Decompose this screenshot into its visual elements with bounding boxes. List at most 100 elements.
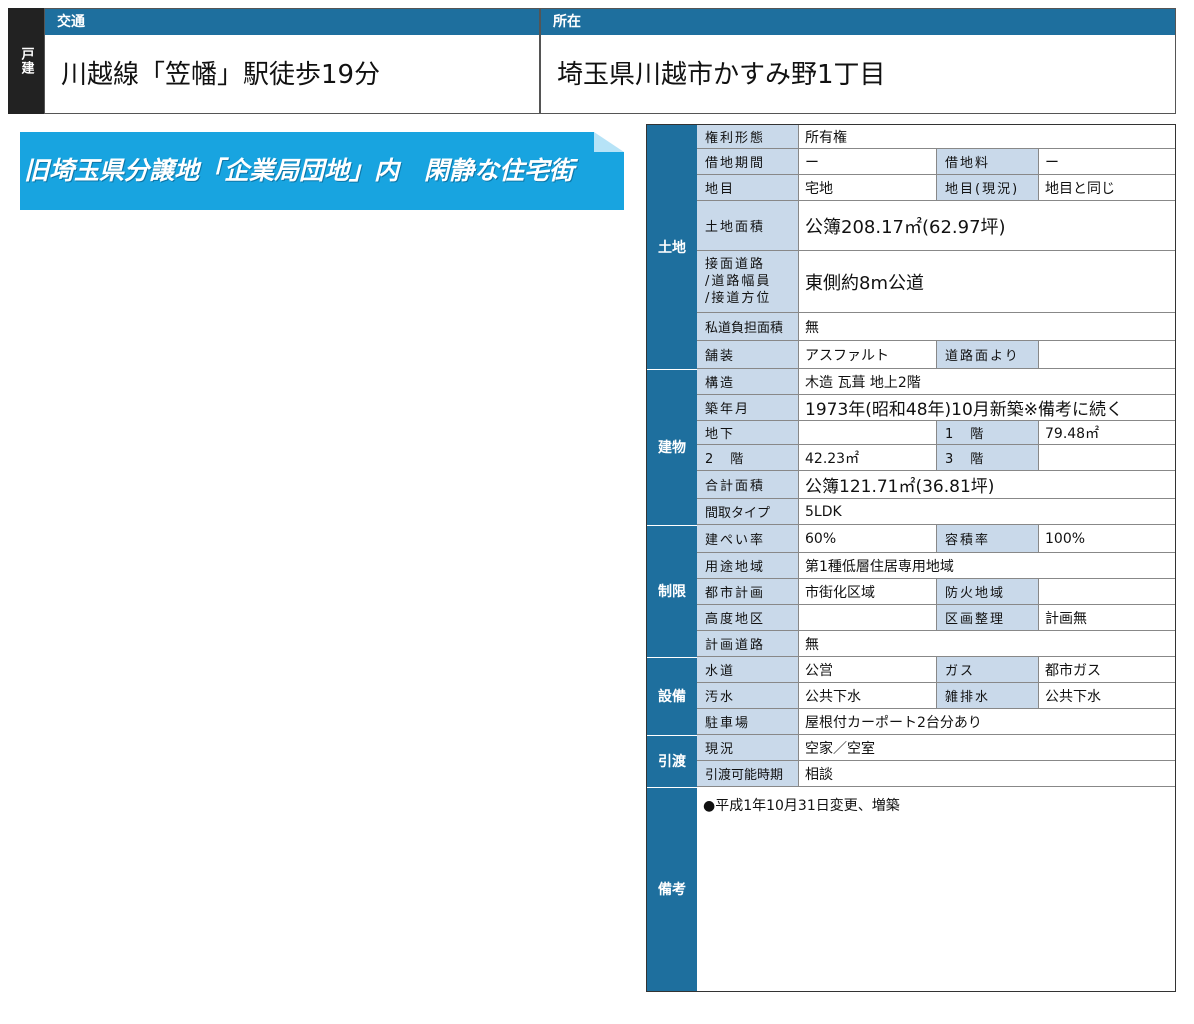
property-header: 戸建 交通 川越線「笠幡」駅徒歩19分 所在 埼玉県川越市かすみ野1丁目	[8, 8, 1176, 114]
floor-area-ratio-key: 容積率	[936, 525, 1038, 552]
table-row: 計画道路 無	[697, 631, 1175, 657]
table-row: 引渡可能時期 相談	[697, 761, 1175, 787]
lease-period-key: 借地期間	[697, 149, 798, 174]
table-row: 借地期間 ー 借地料 ー	[697, 149, 1175, 175]
water-value: 公営	[798, 657, 936, 682]
table-row: 構造 木造 瓦葺 地上2階	[697, 369, 1175, 395]
table-row: 権利形態 所有権	[697, 125, 1175, 149]
floor1-value: 79.48㎡	[1038, 421, 1175, 444]
access-label: 交通	[45, 9, 539, 35]
total-area-key: 合計面積	[697, 471, 798, 498]
section-divider	[647, 369, 697, 370]
catch-banner: 旧埼玉県分譲地「企業局団地」内 閑静な住宅街	[20, 132, 624, 210]
built-date-value: 1973年(昭和48年)10月新築※備考に続く	[798, 395, 1175, 420]
water-key: 水道	[697, 657, 798, 682]
pavement-from-value	[1038, 341, 1175, 368]
access-cell: 交通 川越線「笠幡」駅徒歩19分	[44, 8, 540, 114]
height-district-key: 高度地区	[697, 605, 798, 630]
drainage-key: 雑排水	[936, 683, 1038, 708]
basement-key: 地下	[697, 421, 798, 444]
table-row: 舗装 アスファルト 道路面より	[697, 341, 1175, 369]
planned-road-key: 計画道路	[697, 631, 798, 656]
section-divider	[647, 787, 697, 788]
floor2-value: 42.23㎡	[798, 445, 936, 470]
remarks-text: ●平成1年10月31日変更、増築	[703, 798, 900, 814]
drainage-value: 公共下水	[1038, 683, 1175, 708]
table-row: 建ぺい率 60% 容積率 100%	[697, 525, 1175, 553]
structure-key: 構造	[697, 369, 798, 394]
parking-key: 駐車場	[697, 709, 798, 734]
land-category-current-value: 地目と同じ	[1038, 175, 1175, 200]
section-remarks: 備考	[647, 787, 697, 991]
table-row: 水道 公営 ガス 都市ガス	[697, 657, 1175, 683]
land-area-value: 公簿208.17㎡(62.97坪)	[798, 201, 1175, 250]
table-row: 地下 1 階 79.48㎡	[697, 421, 1175, 445]
coverage-ratio-key: 建ぺい率	[697, 525, 798, 552]
pavement-key: 舗装	[697, 341, 798, 368]
layout-type-key: 間取タイプ	[697, 499, 798, 524]
table-row: 合計面積 公簿121.71㎡(36.81坪)	[697, 471, 1175, 499]
road-value: 東側約8m公道	[798, 251, 1175, 312]
land-readjustment-key: 区画整理	[936, 605, 1038, 630]
location-value: 埼玉県川越市かすみ野1丁目	[557, 60, 886, 90]
land-category-value: 宅地	[798, 175, 936, 200]
rights-key: 権利形態	[697, 125, 798, 148]
planned-road-value: 無	[798, 631, 1175, 656]
table-row: 高度地区 区画整理 計画無	[697, 605, 1175, 631]
table-row: 2 階 42.23㎡ 3 階	[697, 445, 1175, 471]
fire-zone-key: 防火地域	[936, 579, 1038, 604]
built-date-key: 築年月	[697, 395, 798, 420]
table-row: 用途地域 第1種低層住居専用地域	[697, 553, 1175, 579]
city-plan-value: 市街化区域	[798, 579, 936, 604]
section-facility: 設備	[647, 657, 697, 735]
height-district-value	[798, 605, 936, 630]
land-readjustment-value: 計画無	[1038, 605, 1175, 630]
use-zone-value: 第1種低層住居専用地域	[798, 553, 1175, 578]
land-category-current-key: 地目(現況)	[936, 175, 1038, 200]
table-row: 地目 宅地 地目(現況) 地目と同じ	[697, 175, 1175, 201]
table-row: 土地面積 公簿208.17㎡(62.97坪)	[697, 201, 1175, 251]
section-divider	[647, 735, 697, 736]
section-land: 土地	[647, 125, 697, 369]
lease-period-value: ー	[798, 149, 936, 174]
gas-value: 都市ガス	[1038, 657, 1175, 682]
road-key-line3: /接道方位	[705, 291, 772, 306]
private-road-value: 無	[798, 313, 1175, 340]
parking-value: 屋根付カーポート2台分あり	[798, 709, 1175, 734]
layout-type-value: 5LDK	[798, 499, 1175, 524]
fire-zone-value	[1038, 579, 1175, 604]
spec-table: 土地 建物 制限 設備 引渡 備考 権利形態 所有権 借地期間 ー 借地料 ー …	[646, 124, 1176, 992]
land-area-key: 土地面積	[697, 201, 798, 250]
table-row: 私道負担面積 無	[697, 313, 1175, 341]
table-row: 駐車場 屋根付カーポート2台分あり	[697, 709, 1175, 735]
table-row: 接面道路 /道路幅員 /接道方位 東側約8m公道	[697, 251, 1175, 313]
table-row: 現況 空家／空室	[697, 735, 1175, 761]
location-label: 所在	[541, 9, 1175, 35]
section-restriction: 制限	[647, 525, 697, 657]
section-building: 建物	[647, 369, 697, 525]
table-row: 汚水 公共下水 雑排水 公共下水	[697, 683, 1175, 709]
road-key-line2: /道路幅員	[705, 274, 772, 289]
pavement-from-key: 道路面より	[936, 341, 1038, 368]
floor-area-ratio-value: 100%	[1038, 525, 1175, 552]
land-rent-key: 借地料	[936, 149, 1038, 174]
gas-key: ガス	[936, 657, 1038, 682]
basement-value	[798, 421, 936, 444]
road-key-line1: 接面道路	[705, 257, 766, 272]
table-row: 築年月 1973年(昭和48年)10月新築※備考に続く	[697, 395, 1175, 421]
banner-text: 旧埼玉県分譲地「企業局団地」内 閑静な住宅街	[24, 156, 575, 185]
location-cell: 所在 埼玉県川越市かすみ野1丁目	[540, 8, 1176, 114]
table-row: 間取タイプ 5LDK	[697, 499, 1175, 525]
floor3-value	[1038, 445, 1175, 470]
rights-value: 所有権	[798, 125, 1175, 148]
floor2-key: 2 階	[697, 445, 798, 470]
private-road-key: 私道負担面積	[697, 313, 798, 340]
delivery-time-value: 相談	[798, 761, 1175, 786]
table-row: 都市計画 市街化区域 防火地域	[697, 579, 1175, 605]
current-status-value: 空家／空室	[798, 735, 1175, 760]
floor1-key: 1 階	[936, 421, 1038, 444]
structure-value: 木造 瓦葺 地上2階	[798, 369, 1175, 394]
road-key: 接面道路 /道路幅員 /接道方位	[697, 251, 798, 312]
current-status-key: 現況	[697, 735, 798, 760]
coverage-ratio-value: 60%	[798, 525, 936, 552]
